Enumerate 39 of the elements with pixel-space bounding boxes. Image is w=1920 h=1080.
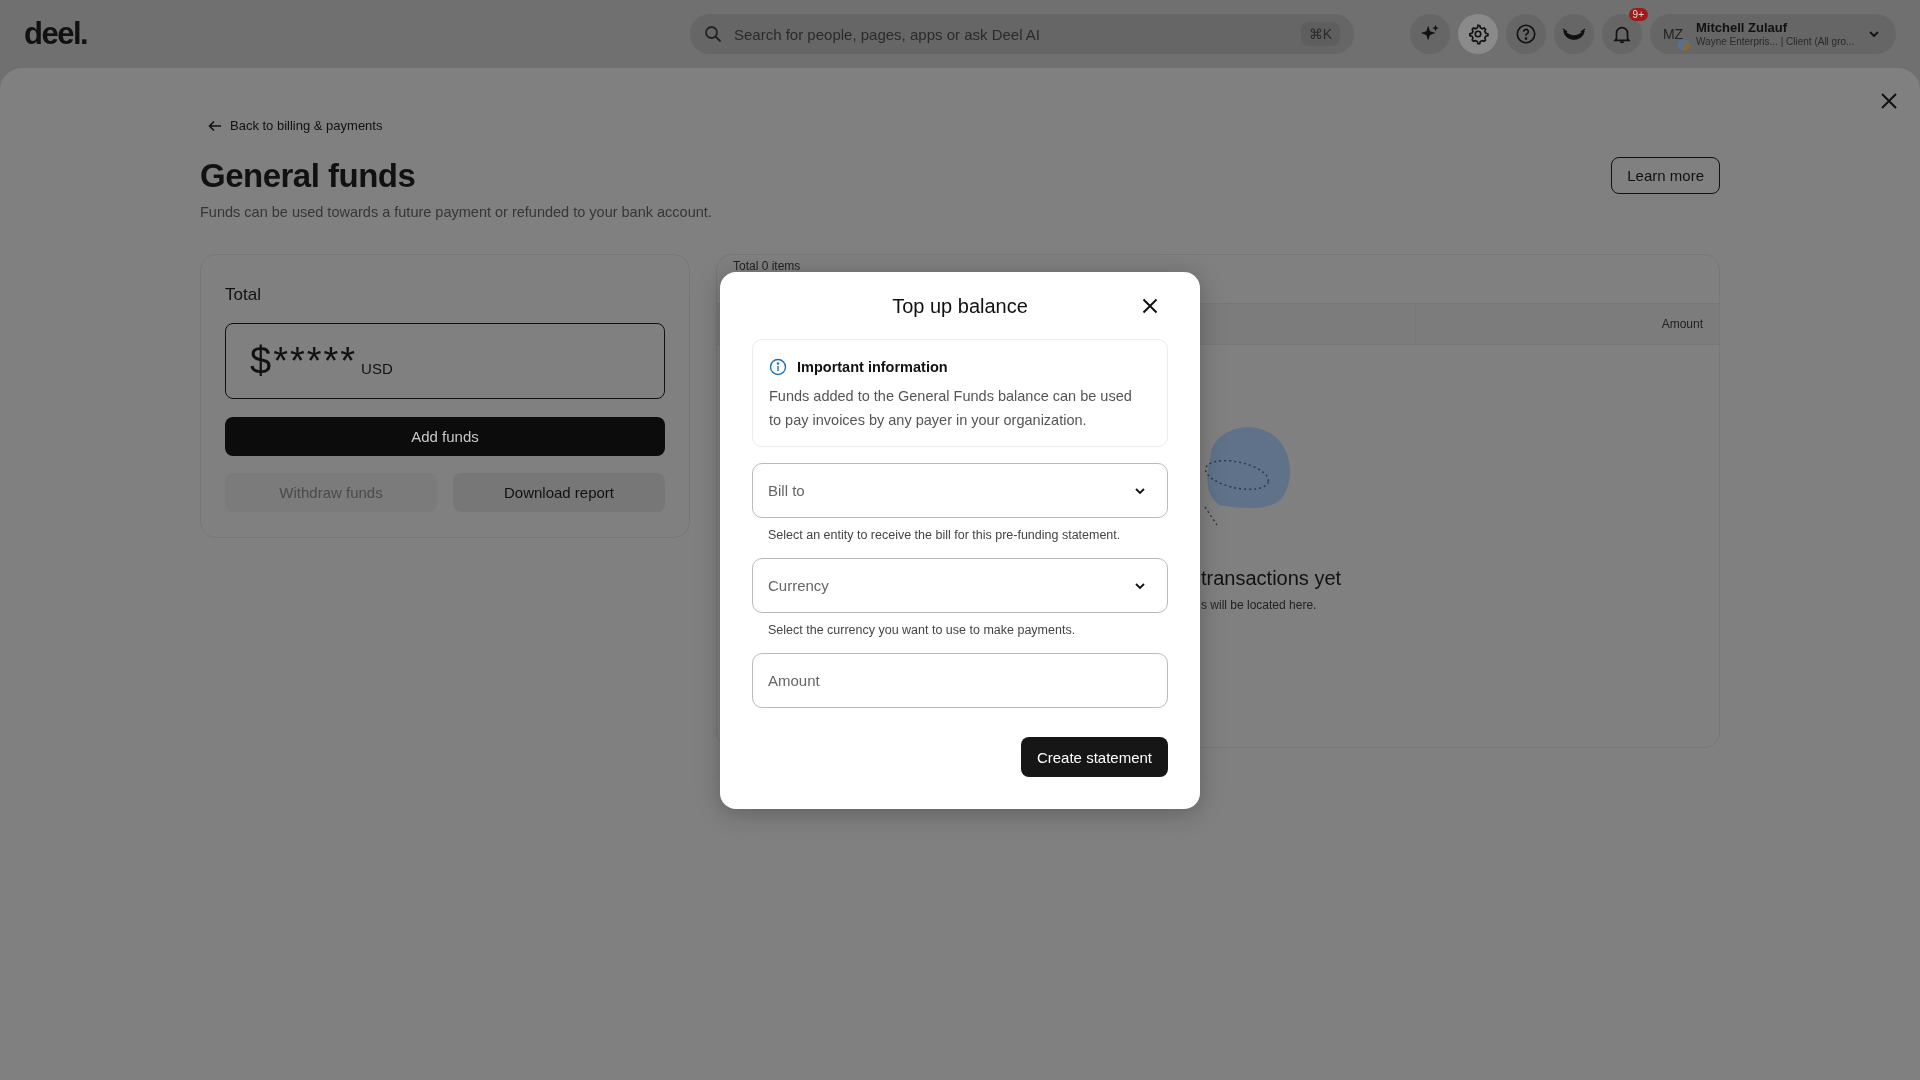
select-field[interactable]: Bill to [752,463,1168,518]
user-name: Mitchell Zulauf [1696,20,1788,36]
back-link[interactable]: Back to billing & payments [208,118,383,133]
currency-code: USD [361,359,393,377]
toolbar-button[interactable] [1506,14,1546,54]
settings-icon [1467,23,1489,45]
create-statement-button[interactable]: Create statement [1020,737,1168,777]
page-title: General funds [200,156,416,195]
total-label: Total [225,284,262,305]
learn-more-button[interactable]: Learn more [1611,157,1720,194]
org-logo-icon [1678,39,1690,51]
helper-text: Select an entity to receive the bill for this pre-funding statement. [768,528,1122,542]
balance-amount: $***** [250,339,358,383]
dialog-title: Top up balance [892,294,1028,318]
action-button[interactable]: Add funds [225,416,665,456]
info-text: Funds added to the General Funds balance can be used to pay invoices by any payer in your organization. [769,387,1133,430]
empty-state-title: transactions yet [1201,566,1342,590]
column-header: Amount [1415,303,1719,344]
select-field[interactable]: Currency [752,558,1168,613]
page-subtitle: Funds can be used towards a future payment or refunded to your bank account. [200,203,713,220]
empty-state-text: s will be located here. [1201,597,1317,612]
info-title: Important information [797,359,948,375]
close-button[interactable] [1140,296,1160,316]
notification-badge: 9+ [1628,8,1648,21]
toolbar-button[interactable] [1410,14,1450,54]
profile-menu[interactable]: MZ Mitchell Zulauf Wayne Enterpris... | Client (All gro... [1650,14,1896,54]
help-icon [1515,23,1537,45]
search-icon [704,25,722,43]
item-count: Total 0 items [732,257,802,275]
helper-text: Select the currency you want to use to make payments. [768,623,1077,637]
amount-field[interactable]: Amount [752,653,1168,708]
action-button[interactable]: Download report [453,472,665,512]
logo[interactable]: deel. [24,16,690,52]
toolbar-button[interactable] [1458,14,1498,54]
back-arrow-icon [208,118,222,133]
user-org: Wayne Enterpris... | Client (All gro... [1696,35,1856,48]
avatar: MZ [1658,19,1688,49]
toolbar-button[interactable] [1554,14,1594,54]
info-icon [769,358,787,376]
